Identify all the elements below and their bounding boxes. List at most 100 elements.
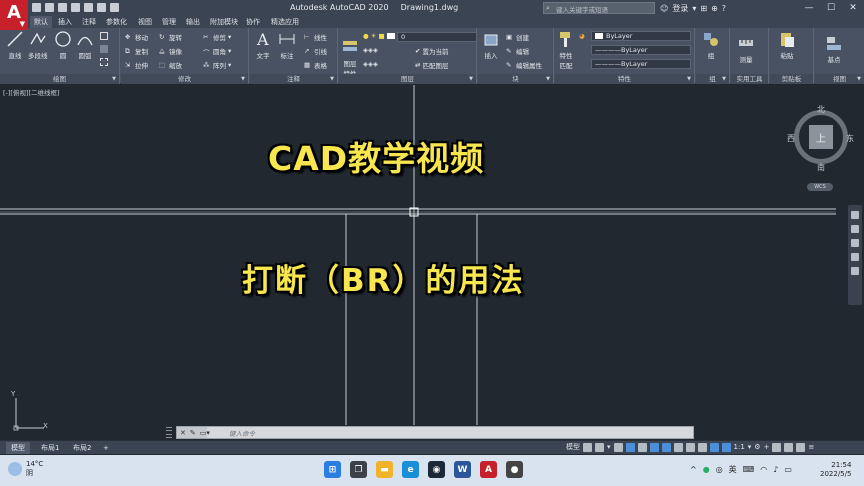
measure-button[interactable]: 测量 — [737, 34, 755, 64]
close-icon[interactable]: ✕ — [180, 429, 186, 437]
chevron-up-icon[interactable]: ^ — [690, 465, 697, 474]
share-icon[interactable]: ⊕ — [711, 4, 718, 13]
transparency-icon[interactable] — [685, 442, 695, 452]
tab-output[interactable]: 输出 — [186, 17, 200, 27]
trim-button[interactable]: ✂ 修剪 ▾ — [203, 32, 231, 42]
edge-icon[interactable]: e — [402, 461, 419, 478]
panel-block-title[interactable]: 块 ▼ — [478, 74, 553, 84]
color-dropdown[interactable]: ByLayer — [591, 31, 691, 41]
fillet-button[interactable]: ⌒ 圆角 ▾ — [203, 46, 231, 57]
make-current-button[interactable]: ✔ 置为当前 — [415, 46, 448, 56]
panel-utilities-title[interactable]: 实用工具 — [731, 74, 768, 84]
panel-annotation-title[interactable]: 注释 ▼ — [250, 74, 337, 84]
hatch-button[interactable] — [100, 45, 108, 53]
drawing-canvas[interactable]: [-][俯视][二维线框] CAD教学视频 打断（BR）的用法 上 北 南 西 … — [0, 85, 864, 440]
line-button[interactable]: 直线 — [6, 30, 24, 60]
pan-icon[interactable] — [851, 225, 859, 233]
array-button[interactable]: ⁂ 阵列 ▾ — [203, 60, 231, 70]
cart-icon[interactable]: ⊞ — [700, 4, 707, 13]
battery-icon[interactable]: ▭ — [784, 465, 792, 474]
selection-cycling-icon[interactable] — [697, 442, 707, 452]
panel-clipboard-title[interactable]: 剪贴板 — [770, 74, 813, 84]
layer-state-icons[interactable]: ● ☀ ■ — [363, 32, 398, 40]
ortho-icon[interactable] — [613, 442, 623, 452]
input-mode-icon[interactable]: ⌨ — [743, 465, 755, 474]
recorder-icon[interactable]: ● — [506, 461, 523, 478]
volume-icon[interactable]: ♪ — [773, 465, 778, 474]
layer-dropdown[interactable]: 0 — [397, 32, 477, 42]
base-view-button[interactable]: 基点 — [825, 34, 843, 64]
weather-widget[interactable]: 14°C 阴 — [8, 460, 43, 478]
color-wheel[interactable]: ◕ — [579, 32, 585, 40]
edit-attributes-button[interactable]: ✎ 编辑属性 — [506, 60, 542, 70]
paste-button[interactable]: 粘贴 — [778, 30, 796, 60]
chevron-down-icon[interactable]: ▾ — [748, 443, 752, 451]
panel-view-title[interactable]: 视图 ▼ — [815, 74, 864, 84]
tab-collaborate[interactable]: 协作 — [246, 17, 260, 27]
tab-layout2[interactable]: 布局2 — [68, 442, 96, 454]
match-layer-button[interactable]: ⇄ 匹配图层 — [415, 60, 448, 70]
layer-properties-button[interactable]: 图层 特性 — [341, 38, 359, 78]
scale-button[interactable]: ⬚ 缩放 — [159, 60, 182, 70]
tab-featured-apps[interactable]: 精选应用 — [271, 17, 299, 27]
copy-button[interactable]: ⧉ 复制 — [125, 46, 148, 56]
chevron-down-icon[interactable]: ▾ — [607, 443, 611, 451]
object-snap-tracking-icon[interactable] — [649, 442, 659, 452]
tab-parametric[interactable]: 参数化 — [106, 17, 127, 27]
clean-screen-icon[interactable] — [796, 442, 806, 452]
tab-model[interactable]: 模型 — [6, 442, 30, 454]
tab-insert[interactable]: 插入 — [58, 17, 72, 27]
leader-button[interactable]: ↗ 引线 — [304, 46, 327, 56]
polyline-button[interactable]: 多段线 — [28, 30, 48, 60]
layer-tools-row2[interactable]: ◈◈◈ — [363, 46, 378, 54]
boundary-button[interactable] — [100, 58, 108, 66]
insert-block-button[interactable]: 插入 — [482, 30, 500, 60]
user-icon[interactable]: ☺ — [660, 4, 668, 13]
autocad-logo-button[interactable]: A ▼ — [0, 0, 28, 30]
redo-icon[interactable] — [110, 3, 119, 12]
search-input[interactable]: ⌕ 键入关键字或短语 — [543, 2, 655, 14]
word-icon[interactable]: W — [454, 461, 471, 478]
open-file-icon[interactable] — [45, 3, 54, 12]
linetype-dropdown[interactable]: ————ByLayer — [591, 45, 691, 55]
login-link[interactable]: 登录 — [672, 3, 688, 14]
dimension-button[interactable]: 标注 — [278, 30, 296, 60]
clock[interactable]: 21:54 2022/5/5 — [820, 461, 851, 479]
hardware-acceleration-icon[interactable] — [784, 442, 794, 452]
circle-button[interactable]: 圆 — [54, 30, 72, 60]
panel-draw-title[interactable]: 绘图 ▼ — [0, 74, 119, 84]
match-properties-button[interactable]: 特性 匹配 — [557, 30, 575, 70]
full-navigation-wheel-icon[interactable] — [851, 211, 859, 219]
annotation-visibility-icon[interactable] — [709, 442, 719, 452]
help-icon[interactable]: ? — [722, 4, 726, 13]
model-space-button[interactable]: 模型 — [566, 442, 580, 452]
stretch-button[interactable]: ⇲ 拉伸 — [125, 60, 148, 70]
compass-north[interactable]: 北 — [817, 104, 825, 115]
lineweight-dropdown[interactable]: ————ByLayer — [591, 59, 691, 69]
task-view-icon[interactable]: ❐ — [350, 461, 367, 478]
ime-indicator[interactable]: 英 — [729, 464, 737, 475]
edit-block-button[interactable]: ✎ 编辑 — [506, 46, 529, 56]
rectangle-button[interactable] — [100, 32, 108, 40]
compass-east[interactable]: 东 — [846, 133, 854, 144]
recent-commands-icon[interactable]: ▭▾ — [200, 429, 210, 437]
viewcube[interactable]: 上 北 南 西 东 — [786, 102, 858, 174]
wrench-icon[interactable]: ✎ — [190, 429, 196, 437]
move-button[interactable]: ✥ 移动 — [125, 32, 148, 42]
panel-properties-title[interactable]: 特性 ▼ — [555, 74, 694, 84]
gear-icon[interactable]: ⚙ — [754, 443, 760, 451]
tab-annotate[interactable]: 注释 — [82, 17, 96, 27]
tray-app-icon[interactable]: ◎ — [716, 465, 723, 474]
tab-manage[interactable]: 管理 — [162, 17, 176, 27]
minimize-icon[interactable]: — — [798, 0, 820, 16]
wechat-icon[interactable]: ● — [703, 465, 710, 474]
panel-groups-title[interactable]: 组 ▼ — [696, 74, 729, 84]
table-button[interactable]: ▦ 表格 — [304, 60, 327, 70]
rotate-button[interactable]: ↻ 旋转 — [159, 32, 182, 42]
command-input[interactable]: 键入命令 — [229, 428, 255, 438]
steam-icon[interactable]: ◉ — [428, 461, 445, 478]
start-icon[interactable]: ⊞ — [324, 461, 341, 478]
text-button[interactable]: A 文字 — [254, 30, 272, 60]
tab-addins[interactable]: 附加模块 — [210, 17, 238, 27]
compass-west[interactable]: 西 — [787, 133, 795, 144]
